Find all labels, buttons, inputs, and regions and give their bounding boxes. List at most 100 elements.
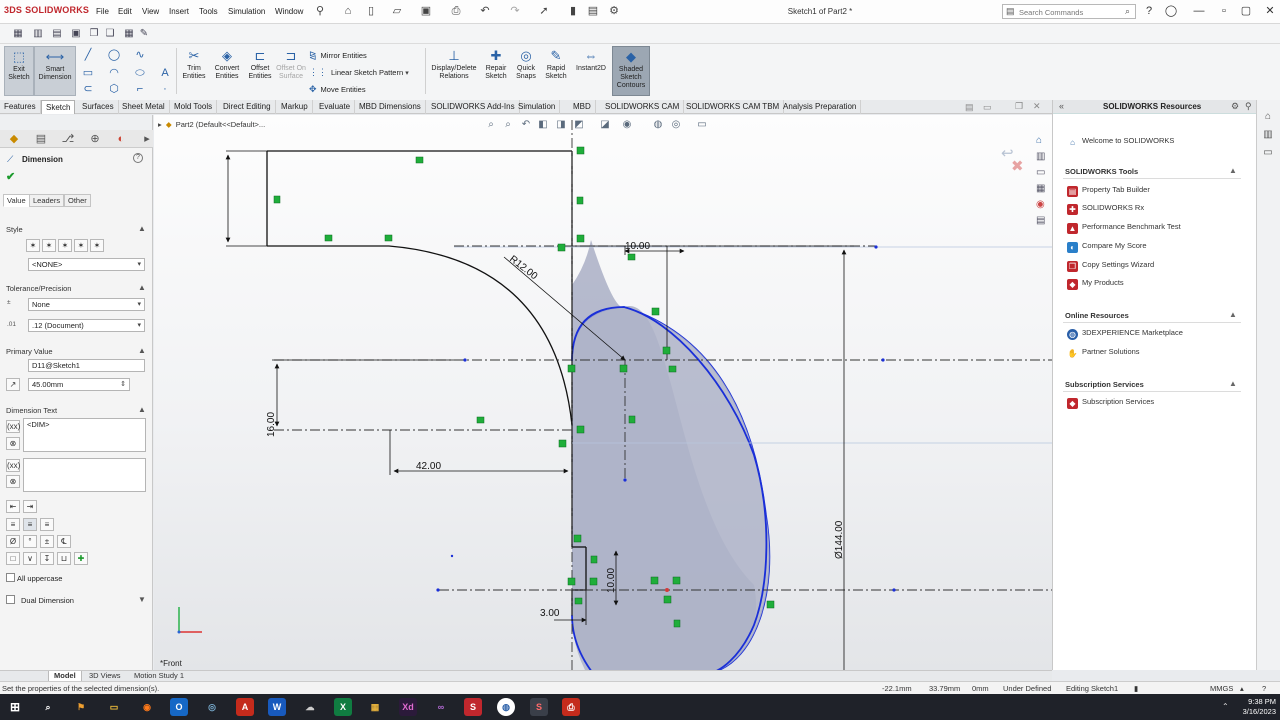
- doc-restore-icon[interactable]: ❐: [1015, 101, 1023, 112]
- collapse-icon[interactable]: ▲: [138, 224, 146, 233]
- feature-manager-icon[interactable]: ◆: [5, 132, 23, 146]
- collapse-pane-icon[interactable]: «: [1059, 101, 1064, 111]
- relation-coincident-icon[interactable]: [567, 364, 576, 373]
- offset-entities-button[interactable]: ⊏ Offset Entities: [244, 46, 276, 96]
- menu-view[interactable]: View: [142, 7, 159, 16]
- partner-solutions-link[interactable]: ✋ Partner Solutions: [1067, 347, 1140, 359]
- mirror-entities-button[interactable]: ⧎ Mirror Entities: [309, 48, 419, 62]
- collapse-icon[interactable]: ▲: [138, 283, 146, 292]
- link-app-icon[interactable]: ∞: [432, 698, 450, 716]
- file-explorer-tab-icon[interactable]: ▭: [1261, 146, 1275, 160]
- relation-tangent-icon[interactable]: [384, 234, 393, 242]
- sketch-point[interactable]: [463, 358, 467, 362]
- more-symbols-icon[interactable]: ✚: [74, 552, 88, 565]
- home-icon[interactable]: ⌂: [341, 4, 355, 18]
- menu-file[interactable]: File: [96, 7, 109, 16]
- marketplace-link[interactable]: ◍ 3DEXPERIENCE Marketplace: [1067, 328, 1183, 340]
- offset-on-surface-button[interactable]: ⊐ Offset On Surface: [276, 46, 306, 96]
- cloud-app-icon[interactable]: ☁: [301, 698, 319, 716]
- relation-horizontal-icon[interactable]: [476, 416, 485, 424]
- view-palette-icon[interactable]: ▦: [1036, 183, 1045, 194]
- square-symbol-icon[interactable]: □: [6, 552, 20, 565]
- rapid-sketch-button[interactable]: ✎ Rapid Sketch: [542, 46, 570, 96]
- relation-coincident-icon[interactable]: [567, 577, 576, 586]
- tab-value[interactable]: Value: [3, 194, 30, 207]
- exit-sketch-button[interactable]: ⬚ Exit Sketch: [4, 46, 34, 96]
- diameter-symbol-icon[interactable]: Ø: [6, 535, 20, 548]
- relation-coincident-icon[interactable]: [576, 146, 585, 155]
- precision-select[interactable]: .12 (Document) ▾: [28, 319, 145, 332]
- tab-mbd-dimensions[interactable]: MBD Dimensions: [355, 100, 426, 114]
- menu-insert[interactable]: Insert: [169, 7, 189, 16]
- help-icon[interactable]: ?: [133, 153, 143, 163]
- property-tab-builder-link[interactable]: ▤ Property Tab Builder: [1067, 185, 1150, 197]
- ok-checkmark-icon[interactable]: ✔: [6, 170, 15, 183]
- rebuild-icon[interactable]: ▮: [1134, 684, 1138, 693]
- tab-solidworks-cam-tbm[interactable]: SOLIDWORKS CAM TBM: [682, 100, 785, 114]
- instant2d-button[interactable]: ⇔ Instant2D: [572, 46, 610, 96]
- reverse-direction-icon[interactable]: ↗: [6, 378, 20, 391]
- xd-icon[interactable]: Xd: [399, 698, 417, 716]
- window-options-icon[interactable]: ▭: [983, 102, 992, 113]
- justify-left-icon[interactable]: ⇤: [6, 500, 20, 513]
- sketch-point[interactable]: [436, 588, 440, 592]
- traffic-light-icon[interactable]: ▮: [566, 4, 580, 18]
- graphics-area[interactable]: ▸ ◆ Part2 (Default<<Default>... ⌕ ⌕ ↶ ◧ …: [154, 115, 1052, 670]
- doc-close-icon[interactable]: ✕: [1033, 101, 1041, 112]
- excel-icon[interactable]: X: [334, 698, 352, 716]
- move-entities-button[interactable]: ✥ Move Entities: [309, 82, 419, 96]
- dim-16-text[interactable]: 16.00: [266, 412, 277, 437]
- line-icon[interactable]: ╱: [81, 48, 95, 62]
- expand-icon[interactable]: ▼: [138, 595, 146, 604]
- repair-sketch-button[interactable]: ✚ Repair Sketch: [482, 46, 510, 96]
- word-icon[interactable]: W: [268, 698, 286, 716]
- relation-coincident-icon[interactable]: [672, 576, 681, 585]
- relation-vertical-icon[interactable]: [628, 415, 636, 424]
- solidworks-logo[interactable]: 3DS SOLIDWORKS: [4, 5, 89, 15]
- tab-other[interactable]: Other: [64, 194, 91, 207]
- search-commands-input[interactable]: ▤ Search Commands ⌕: [1002, 4, 1136, 19]
- user-account-icon[interactable]: ◯: [1163, 4, 1179, 18]
- compare-score-link[interactable]: ◐ Compare My Score: [1067, 241, 1147, 253]
- point-icon[interactable]: ·: [158, 82, 172, 96]
- fillet-arc[interactable]: [388, 245, 573, 426]
- webex-icon[interactable]: ◍: [497, 698, 515, 716]
- relation-coincident-icon[interactable]: [576, 234, 585, 243]
- fillet-icon[interactable]: ⌐: [133, 82, 147, 96]
- firefox-icon[interactable]: ◉: [138, 698, 156, 716]
- search-icon[interactable]: ⌕: [39, 698, 57, 716]
- spinner-icon[interactable]: ⇕: [120, 379, 126, 390]
- pin-icon[interactable]: ⚲: [313, 4, 327, 18]
- circle-icon[interactable]: ◯: [107, 48, 121, 62]
- search-icon[interactable]: ⌕: [1125, 6, 1130, 17]
- welcome-link[interactable]: ⌂ Welcome to SOLIDWORKS: [1067, 136, 1174, 148]
- sketch-point[interactable]: [874, 245, 878, 249]
- relation-coincident-icon[interactable]: [576, 425, 585, 434]
- origin-point[interactable]: [665, 588, 669, 592]
- menu-tools[interactable]: Tools: [199, 7, 218, 16]
- smart-dimension-button[interactable]: ⟷ Smart Dimension: [34, 46, 76, 96]
- restore-button[interactable]: ▫: [1216, 4, 1232, 18]
- tab-surfaces[interactable]: Surfaces: [78, 100, 119, 114]
- tab-solidworks-addins[interactable]: SOLIDWORKS Add-Ins: [427, 100, 520, 114]
- collapse-icon[interactable]: ▲: [138, 405, 146, 414]
- design-library-icon[interactable]: ▥: [1036, 151, 1045, 162]
- quick-snaps-button[interactable]: ◎ Quick Snaps: [512, 46, 540, 96]
- solidworks-resources-tab-icon[interactable]: ⌂: [1261, 110, 1275, 124]
- dim-radius-text[interactable]: R12.00: [507, 254, 540, 283]
- sketch-icon[interactable]: ▦: [11, 27, 25, 41]
- relation-coincident-icon[interactable]: [589, 577, 598, 586]
- pin-pane-icon[interactable]: ⚲: [1245, 101, 1252, 112]
- collapse-icon[interactable]: ▲: [138, 346, 146, 355]
- status-units[interactable]: MMGS: [1210, 684, 1233, 693]
- polygon-icon[interactable]: ⬡: [107, 82, 121, 96]
- design-library-tab-icon[interactable]: ▥: [1261, 128, 1275, 142]
- file-explorer-icon[interactable]: ▭: [105, 698, 123, 716]
- collapse-icon[interactable]: ▲: [1229, 379, 1237, 388]
- copy-icon[interactable]: ❐: [87, 27, 101, 41]
- tolerance-select[interactable]: None ▾: [28, 298, 145, 311]
- tab-mbd[interactable]: MBD: [569, 100, 596, 114]
- dimension-value-input[interactable]: 45.00mm ⇕: [28, 378, 130, 391]
- solidworks-taskbar-icon[interactable]: S: [464, 698, 482, 716]
- tab-features[interactable]: Features: [0, 100, 41, 114]
